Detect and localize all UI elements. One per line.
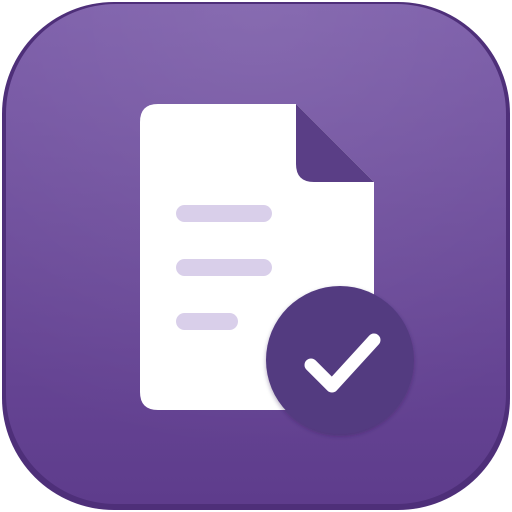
forms-app-icon-svg [2,2,510,510]
icon-canvas [0,0,512,512]
document-text-line [176,259,272,276]
forms-app-icon[interactable] [0,0,512,512]
check-badge-circle [266,286,414,434]
document-text-line [176,205,272,222]
document-text-line [176,313,238,330]
check-badge [266,286,414,434]
